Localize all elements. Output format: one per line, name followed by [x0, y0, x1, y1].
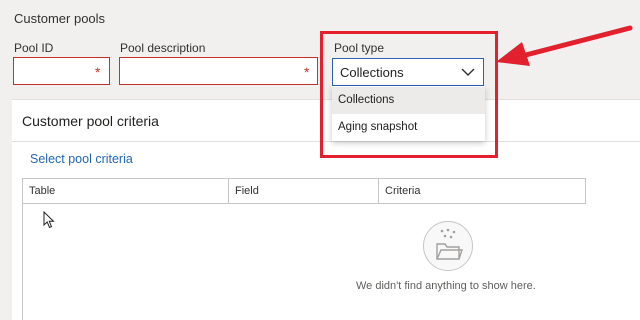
pool-description-label: Pool description [120, 41, 206, 55]
annotation-highlight-box [320, 31, 498, 158]
required-indicator: * [304, 64, 310, 80]
pool-id-label: Pool ID [14, 41, 54, 55]
criteria-title: Customer pool criteria [22, 113, 159, 129]
select-pool-criteria-link[interactable]: Select pool criteria [30, 152, 133, 166]
empty-state-message: We didn't find anything to show here. [356, 280, 536, 292]
grid-border [22, 204, 23, 320]
column-header-table[interactable]: Table [23, 179, 228, 203]
empty-folder-icon [436, 228, 463, 260]
page-title: Customer pools [14, 11, 106, 26]
criteria-grid-header: Table Field Criteria [22, 178, 586, 204]
pool-description-input[interactable]: * [119, 57, 318, 85]
mouse-cursor-icon [43, 211, 55, 229]
column-header-field[interactable]: Field [228, 179, 378, 203]
required-indicator: * [95, 64, 101, 80]
column-header-criteria[interactable]: Criteria [378, 179, 585, 203]
pool-id-input[interactable]: * [13, 57, 110, 85]
annotation-arrow [496, 25, 633, 66]
